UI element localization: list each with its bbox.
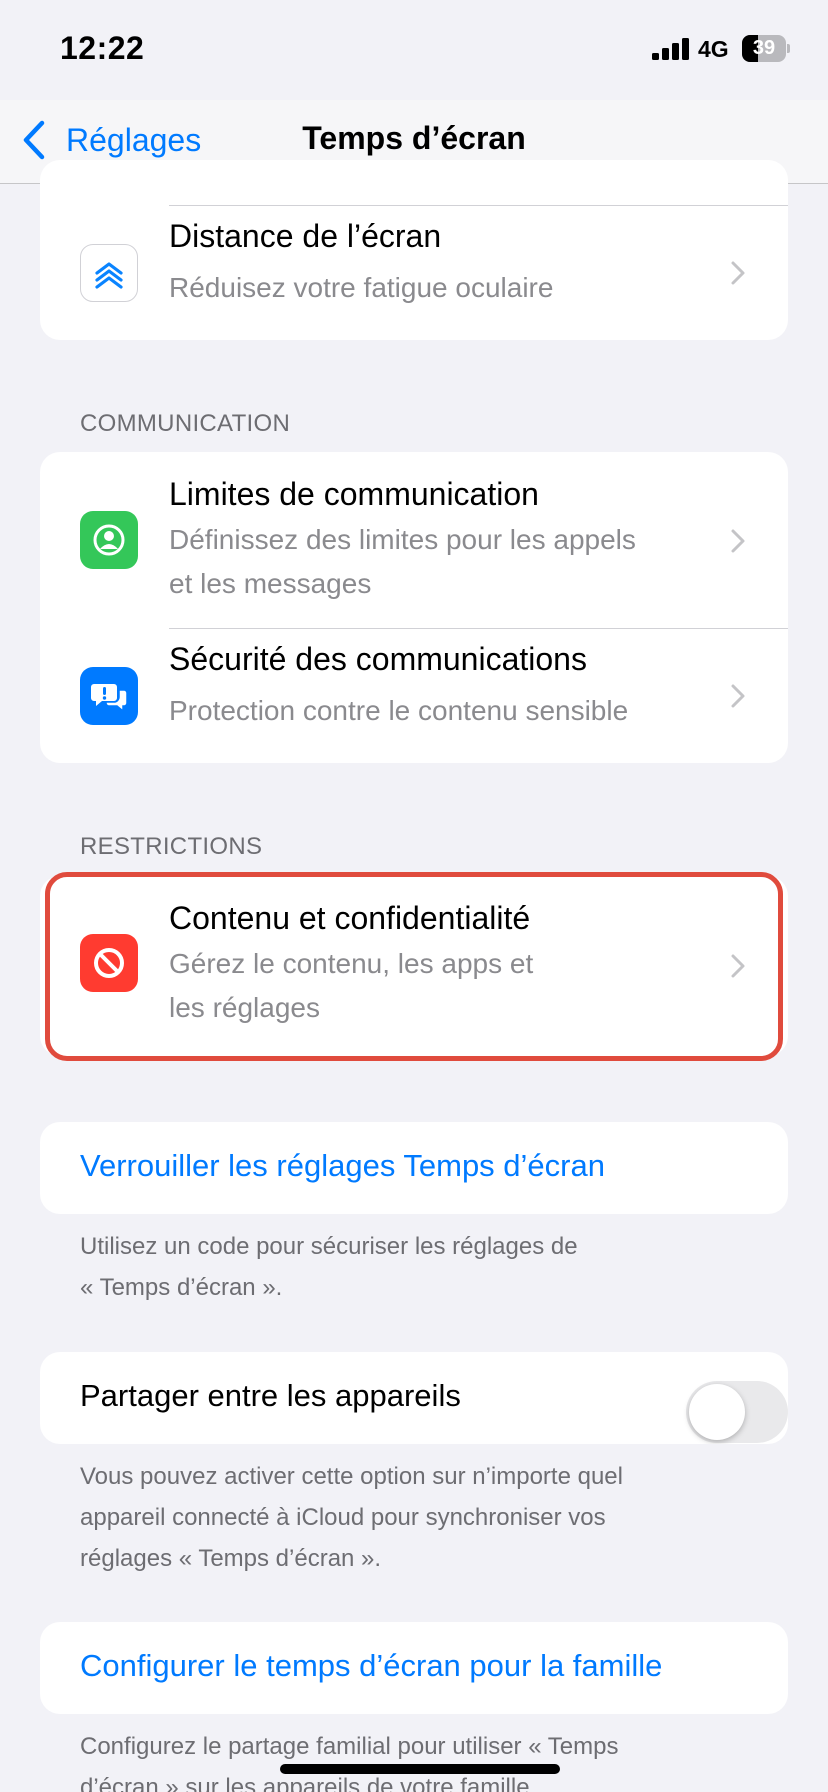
share-devices-footer: Vous pouvez activer cette option sur n’i… (80, 1463, 623, 1572)
communication-limits-icon (80, 511, 138, 569)
screen-distance-title: Distance de l’écran (169, 218, 442, 254)
distance-card: Distance de l’écran Réduisez votre fatig… (40, 160, 788, 340)
communication-safety-icon (80, 667, 138, 725)
communication-section-header: COMMUNICATION (80, 410, 291, 437)
content-privacy-title: Contenu et confidentialité (169, 900, 531, 936)
screen-distance-subtitle: Réduisez votre fatigue oculaire (169, 272, 554, 303)
content-privacy-icon (80, 934, 138, 992)
communication-limits-subtitle-line1: Définissez des limites pour les appels (169, 524, 636, 555)
chevron-right-icon (731, 529, 745, 553)
communication-limits-title: Limites de communication (169, 476, 539, 512)
communication-safety-subtitle: Protection contre le contenu sensible (169, 695, 629, 726)
communication-card: Limites de communication Définissez des … (40, 452, 788, 763)
family-setup-card: Configurer le temps d’écran pour la fami… (40, 1622, 788, 1714)
chevron-right-icon (731, 954, 745, 978)
cellular-signal-icon (652, 38, 689, 60)
communication-safety-title: Sécurité des communications (169, 641, 587, 677)
share-devices-toggle[interactable] (686, 1381, 788, 1443)
content-privacy-subtitle-line1: Gérez le contenu, les apps et (169, 948, 534, 979)
screen-distance-row[interactable]: Distance de l’écran Réduisez votre fatig… (40, 206, 788, 340)
family-setup-footer: Configurez le partage familial pour util… (80, 1733, 619, 1792)
battery-icon: 39 (742, 35, 790, 62)
share-devices-card: Partager entre les appareils (40, 1352, 788, 1444)
chevron-right-icon (731, 684, 745, 708)
communication-safety-row[interactable]: Sécurité des communications Protection c… (40, 629, 788, 763)
restrictions-section-header: RESTRICTIONS (80, 833, 263, 860)
battery-level: 39 (752, 37, 776, 59)
restrictions-card: Contenu et confidentialité Gérez le cont… (40, 876, 788, 1056)
communication-limits-subtitle-line2: et les messages (169, 568, 372, 599)
lock-settings-button[interactable]: Verrouiller les réglages Temps d’écran (80, 1148, 605, 1184)
network-type: 4G (698, 36, 729, 62)
content-privacy-row[interactable]: Contenu et confidentialité Gérez le cont… (40, 876, 788, 1056)
status-bar: 12:22 4G 39 (0, 0, 828, 100)
screen-distance-icon (80, 244, 138, 302)
communication-limits-row[interactable]: Limites de communication Définissez des … (40, 452, 788, 628)
share-devices-label: Partager entre les appareils (80, 1378, 461, 1413)
lock-settings-footer: Utilisez un code pour sécuriser les régl… (80, 1233, 578, 1301)
content-privacy-subtitle-line2: les réglages (169, 992, 320, 1023)
chevron-right-icon (731, 261, 745, 285)
page-title: Temps d’écran (302, 120, 526, 156)
lock-settings-card: Verrouiller les réglages Temps d’écran (40, 1122, 788, 1214)
home-indicator[interactable] (280, 1764, 560, 1774)
toggle-knob (689, 1384, 745, 1440)
status-time: 12:22 (60, 30, 145, 66)
family-setup-button[interactable]: Configurer le temps d’écran pour la fami… (80, 1648, 662, 1684)
